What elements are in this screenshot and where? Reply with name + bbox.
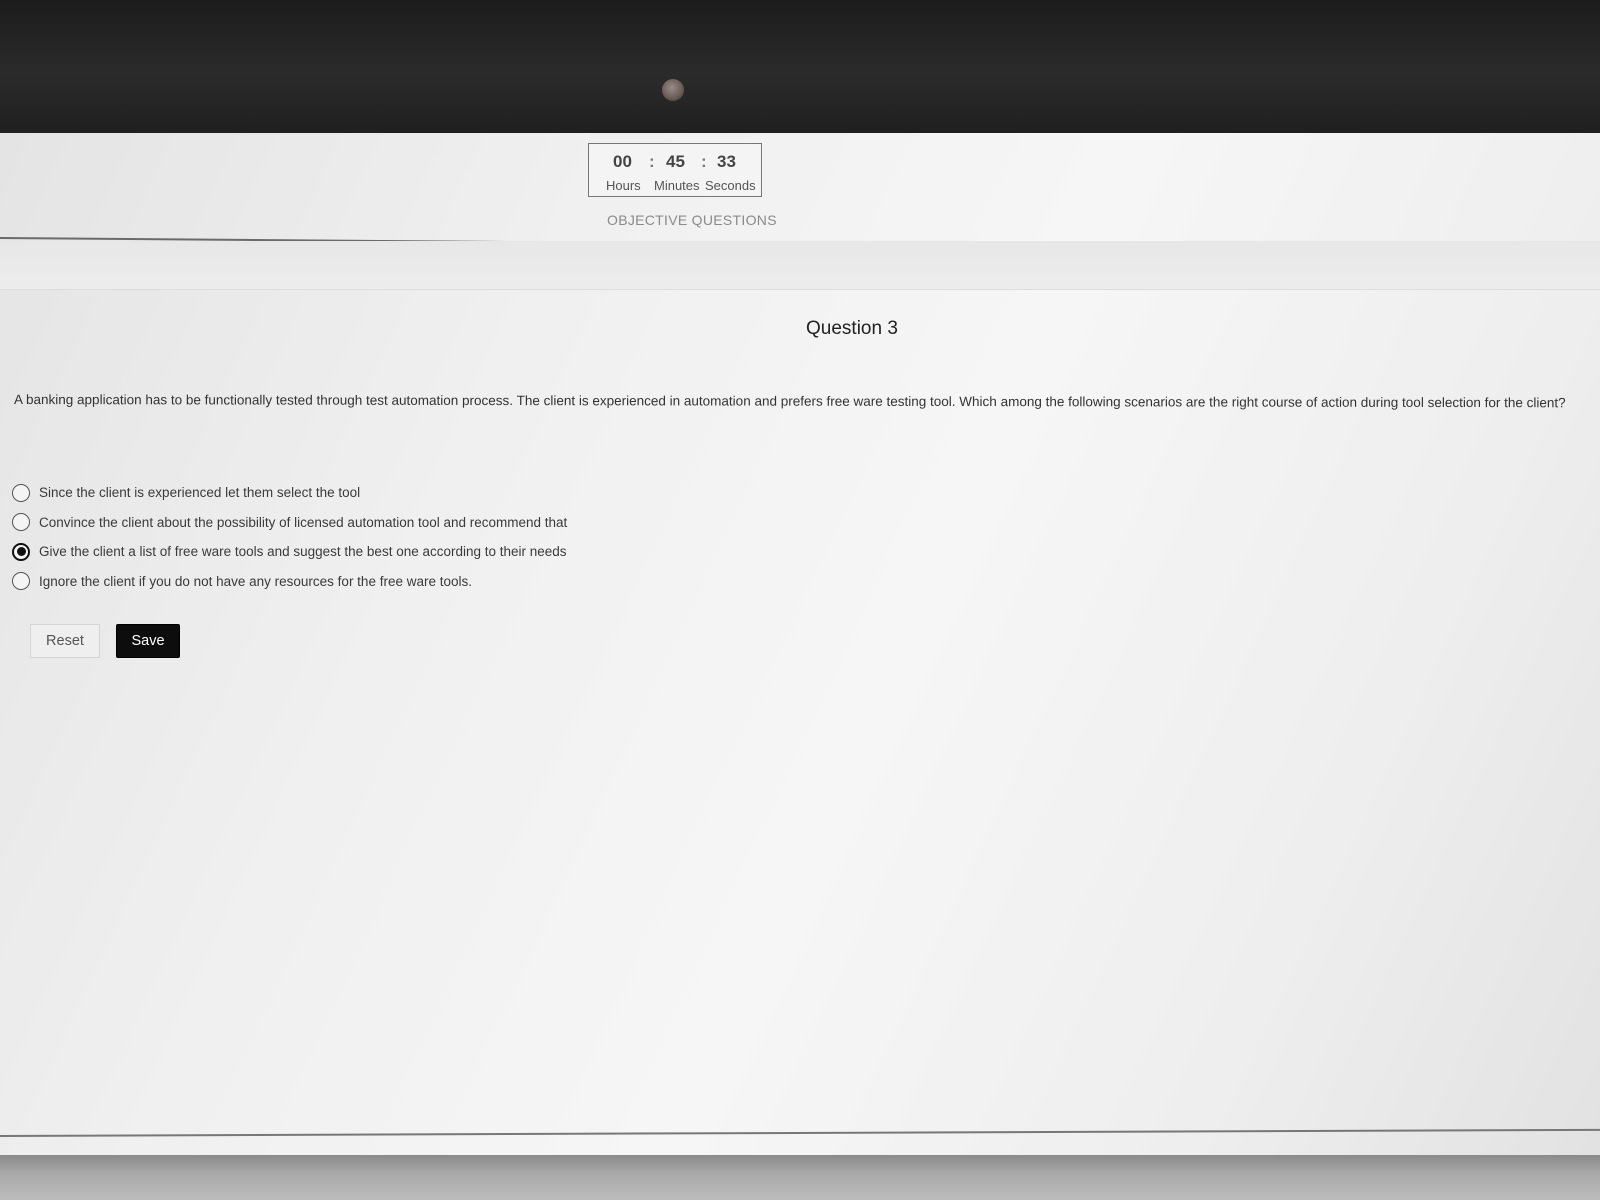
- timer-hours-label: Hours: [606, 178, 641, 193]
- timer-minutes-label: Minutes: [654, 178, 700, 193]
- answer-option-label[interactable]: Convince the client about the possibilit…: [39, 515, 567, 530]
- timer-seconds-label: Seconds: [705, 178, 756, 193]
- answer-option[interactable]: Give the client a list of free ware tool…: [12, 537, 567, 567]
- countdown-timer: 00 : 45 : 33 Hours Minutes Seconds: [588, 143, 762, 197]
- radio-button[interactable]: [12, 572, 30, 591]
- answer-option[interactable]: Since the client is experienced let them…: [12, 478, 567, 508]
- answer-option-label[interactable]: Since the client is experienced let them…: [39, 485, 360, 500]
- question-heading: Question 3: [806, 318, 898, 339]
- timer-hours: 00: [613, 152, 632, 171]
- answer-option-label[interactable]: Ignore the client if you do not have any…: [39, 574, 472, 589]
- answer-option[interactable]: Convince the client about the possibilit…: [12, 508, 567, 538]
- laptop-bezel-bottom: [0, 1155, 1600, 1200]
- divider: [0, 1128, 1600, 1137]
- timer-separator: :: [649, 152, 655, 171]
- radio-button[interactable]: [12, 483, 30, 502]
- answer-option[interactable]: Ignore the client if you do not have any…: [12, 567, 567, 597]
- timer-minutes: 45: [666, 152, 685, 171]
- exam-screen: 00 : 45 : 33 Hours Minutes Seconds OBJEC…: [0, 133, 1600, 1155]
- save-button[interactable]: Save: [116, 624, 180, 658]
- radio-button-selected[interactable]: [12, 542, 30, 561]
- timer-separator: :: [701, 152, 707, 171]
- laptop-bezel-top: [0, 0, 1600, 135]
- question-text: A banking application has to be function…: [13, 392, 1566, 411]
- answer-options: Since the client is experienced let them…: [12, 478, 567, 596]
- radio-button[interactable]: [12, 513, 30, 532]
- timer-seconds: 33: [717, 152, 736, 171]
- section-title: OBJECTIVE QUESTIONS: [607, 212, 777, 228]
- question-nav-band: [0, 241, 1600, 290]
- answer-option-label[interactable]: Give the client a list of free ware tool…: [39, 544, 567, 559]
- webcam-icon: [662, 79, 684, 101]
- reset-button[interactable]: Reset: [30, 624, 100, 658]
